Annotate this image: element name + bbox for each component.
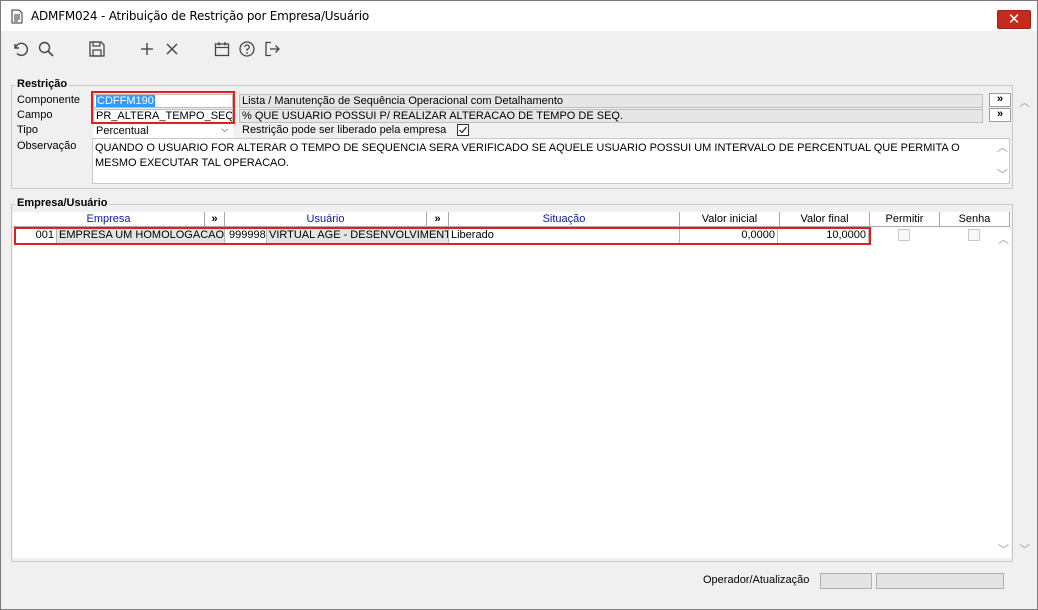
campo-lookup-button[interactable]: » <box>989 108 1011 122</box>
column-header-valor-inicial[interactable]: Valor inicial <box>680 212 780 227</box>
save-icon[interactable] <box>88 40 106 58</box>
chevron-down-icon: ⌵ <box>221 125 228 135</box>
calendar-icon[interactable] <box>213 40 231 58</box>
textarea-scroll-down-icon[interactable]: ﹀ <box>997 167 1008 182</box>
title-bar: ADMFM024 - Atribuição de Restrição por E… <box>1 1 1037 31</box>
help-icon[interactable] <box>238 40 256 58</box>
componente-description: Lista / Manutenção de Sequência Operacio… <box>239 94 983 108</box>
column-header-situacao[interactable]: Situação <box>449 212 680 227</box>
tipo-value: Percentual <box>96 125 149 137</box>
observacao-value: QUANDO O USUARIO FOR ALTERAR O TEMPO DE … <box>95 142 960 169</box>
grid-scroll-down-icon[interactable]: ﹀ <box>998 541 1009 557</box>
undo-icon[interactable] <box>11 40 29 58</box>
operador-field <box>820 573 872 589</box>
campo-description: % QUE USUARIO POSSUI P/ REALIZAR ALTERAC… <box>239 109 983 123</box>
liberado-label: Restrição pode ser liberado pela empresa <box>242 124 447 136</box>
usuario-code-cell[interactable]: 999998 <box>225 228 267 244</box>
empresa-name-cell: EMPRESA UM HOMOLOGACAO <box>57 228 225 244</box>
window-title: ADMFM024 - Atribuição de Restrição por E… <box>31 9 369 23</box>
restricao-legend: Restrição <box>15 78 70 90</box>
grid-scroll-up-icon[interactable]: ︿ <box>998 231 1009 247</box>
tipo-label: Tipo <box>17 124 38 136</box>
scroll-down-icon[interactable]: ﹀ <box>1019 541 1030 557</box>
campo-label: Campo <box>17 109 53 121</box>
search-icon[interactable] <box>37 40 55 58</box>
column-header-permitir[interactable]: Permitir <box>870 212 940 227</box>
usuario-name-cell: VIRTUAL AGE - DESENVOLVIMENTO <box>267 228 449 244</box>
senha-checkbox[interactable] <box>968 229 980 241</box>
textarea-scroll-up-icon[interactable]: ︿ <box>997 140 1008 155</box>
atualizacao-field <box>876 573 1004 589</box>
document-icon <box>11 9 23 24</box>
empresa-expand-button[interactable]: » <box>205 212 225 227</box>
exit-icon[interactable] <box>263 40 281 58</box>
situacao-cell[interactable]: Liberado <box>449 228 680 244</box>
observacao-textarea[interactable]: QUANDO O USUARIO FOR ALTERAR O TEMPO DE … <box>92 138 1010 184</box>
delete-icon[interactable] <box>163 40 181 58</box>
scroll-up-icon[interactable]: ︿ <box>1019 94 1030 110</box>
column-header-senha[interactable]: Senha <box>940 212 1010 227</box>
empresa-usuario-legend: Empresa/Usuário <box>15 197 110 209</box>
componente-label: Componente <box>17 94 80 106</box>
operador-label: Operador/Atualização <box>703 574 810 586</box>
app-window: ADMFM024 - Atribuição de Restrição por E… <box>0 0 1038 610</box>
campo-input[interactable]: PR_ALTERA_TEMPO_SEQ <box>93 109 233 123</box>
check-icon <box>459 126 467 134</box>
observacao-label: Observação <box>17 140 77 152</box>
tipo-select[interactable]: Percentual ⌵ <box>93 124 233 138</box>
column-header-valor-final[interactable]: Valor final <box>780 212 870 227</box>
componente-input[interactable]: CDFFM190 <box>93 94 233 108</box>
permitir-checkbox[interactable] <box>898 229 910 241</box>
valor-inicial-cell[interactable]: 0,0000 <box>680 228 778 244</box>
add-icon[interactable] <box>138 40 156 58</box>
liberado-checkbox[interactable] <box>457 124 469 136</box>
componente-value: CDFFM190 <box>96 95 155 107</box>
componente-lookup-button[interactable]: » <box>989 93 1011 107</box>
grid-area <box>13 212 1011 558</box>
valor-final-cell[interactable]: 10,0000 <box>778 228 869 244</box>
toolbar <box>1 33 1037 63</box>
column-header-usuario[interactable]: Usuário <box>225 212 427 227</box>
column-header-empresa[interactable]: Empresa <box>13 212 205 227</box>
close-button[interactable]: ✕ <box>997 10 1031 29</box>
usuario-expand-button[interactable]: » <box>427 212 449 227</box>
empresa-code-cell[interactable]: 001 <box>16 228 57 244</box>
